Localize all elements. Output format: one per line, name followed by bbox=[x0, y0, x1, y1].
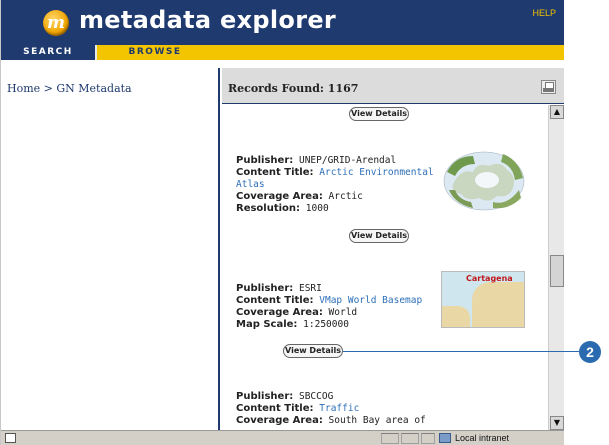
tab-search[interactable]: SEARCH bbox=[1, 45, 95, 60]
map-scale-value: 1:250000 bbox=[303, 319, 349, 330]
publisher-value: UNEP/GRID-Arendal bbox=[298, 155, 397, 166]
content-title-label: Content Title: bbox=[236, 167, 314, 178]
map-land-shape bbox=[442, 306, 470, 327]
content-title-link[interactable]: Traffic bbox=[319, 403, 359, 414]
records-found-count: Records Found: 1167 bbox=[228, 82, 359, 95]
scrollbar-thumb[interactable] bbox=[550, 255, 564, 287]
status-cell bbox=[421, 433, 435, 444]
status-bar: Local intranet bbox=[1, 430, 564, 445]
publisher-value: SBCCOG bbox=[298, 391, 334, 402]
content-title-link[interactable]: VMap World Basemap bbox=[319, 295, 422, 306]
intranet-zone-icon bbox=[439, 433, 451, 443]
scroll-down-arrow-icon[interactable]: ▼ bbox=[550, 416, 564, 430]
view-details-button[interactable]: View Details bbox=[349, 107, 409, 121]
help-link[interactable]: HELP bbox=[532, 8, 556, 18]
coverage-label: Coverage Area: bbox=[236, 307, 323, 318]
tab-separator bbox=[95, 45, 104, 60]
security-zone-label: Local intranet bbox=[455, 433, 510, 443]
page-status-icon bbox=[5, 433, 16, 443]
list-item: Publisher: SBCCOG Content Title: Traffic… bbox=[236, 391, 446, 427]
results-header: Records Found: 1167 bbox=[222, 68, 564, 104]
coverage-label: Coverage Area: bbox=[236, 415, 323, 426]
logo-icon: m bbox=[43, 10, 69, 36]
callout-leader-line bbox=[343, 351, 579, 352]
app-title: metadata explorer bbox=[79, 6, 337, 34]
results-list: View Details Publisher: UNEP/GRID-Arenda… bbox=[222, 105, 548, 430]
content-title-label: Content Title: bbox=[236, 295, 314, 306]
view-details-button[interactable]: View Details bbox=[349, 229, 409, 243]
publisher-label: Publisher: bbox=[236, 155, 294, 166]
coverage-label: Coverage Area: bbox=[236, 191, 323, 202]
print-icon[interactable] bbox=[541, 80, 556, 94]
arctic-thumbnail-image bbox=[443, 151, 525, 211]
map-land-shape bbox=[472, 282, 524, 327]
resolution-label: Resolution: bbox=[236, 203, 301, 214]
publisher-label: Publisher: bbox=[236, 391, 294, 402]
coverage-value: World bbox=[328, 307, 358, 318]
coverage-value: South Bay area of bbox=[328, 415, 426, 426]
results-scrollbar[interactable]: ▲ ▼ bbox=[548, 105, 564, 430]
callout-number-badge: 2 bbox=[579, 341, 601, 363]
view-details-button[interactable]: View Details bbox=[283, 344, 343, 358]
scroll-up-arrow-icon[interactable]: ▲ bbox=[550, 105, 564, 119]
breadcrumb[interactable]: Home > GN Metadata bbox=[7, 82, 132, 95]
vmap-thumbnail-image: Cartagena bbox=[441, 271, 525, 328]
status-cell bbox=[381, 433, 399, 444]
publisher-value: ESRI bbox=[298, 283, 322, 294]
status-cell bbox=[401, 433, 419, 444]
resolution-value: 1000 bbox=[305, 203, 329, 214]
app-header: m metadata explorer HELP bbox=[1, 0, 564, 44]
tab-browse[interactable]: BROWSE bbox=[104, 45, 206, 60]
browser-frame: m metadata explorer HELP SEARCH BROWSE H… bbox=[0, 0, 564, 445]
content-title-label: Content Title: bbox=[236, 403, 314, 414]
tab-bar: SEARCH BROWSE bbox=[1, 44, 564, 60]
map-scale-label: Map Scale: bbox=[236, 319, 298, 330]
coverage-value: Arctic bbox=[328, 191, 363, 202]
list-item: Publisher: ESRI Content Title: VMap Worl… bbox=[236, 283, 446, 331]
list-item: Publisher: UNEP/GRID-Arendal Content Tit… bbox=[236, 155, 446, 215]
browse-tree-pane: Home > GN Metadata bbox=[1, 68, 220, 435]
map-place-label: Cartagena bbox=[466, 274, 513, 283]
publisher-label: Publisher: bbox=[236, 283, 294, 294]
